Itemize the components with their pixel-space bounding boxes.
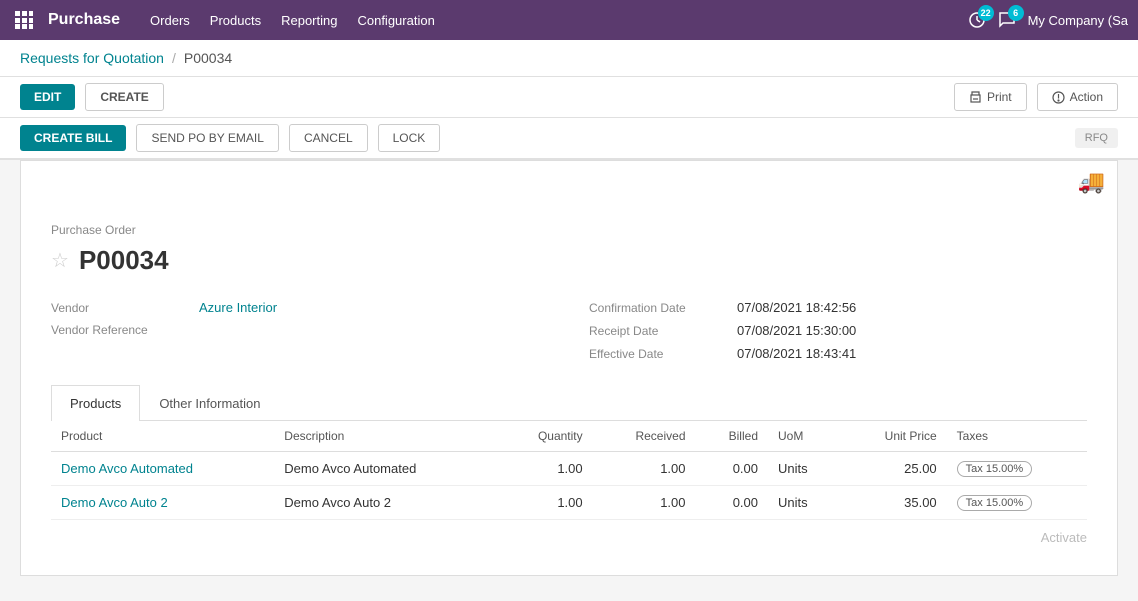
clock-button[interactable]: 22 [968, 11, 986, 29]
tab-products[interactable]: Products [51, 385, 140, 421]
vendor-value[interactable]: Azure Interior [199, 300, 277, 315]
company-name: My Company (Sa [1028, 13, 1128, 28]
nav-configuration[interactable]: Configuration [357, 13, 434, 28]
fields-grid: Vendor Azure Interior Vendor Reference C… [51, 296, 1087, 365]
nav-links: Orders Products Reporting Configuration [150, 13, 968, 28]
product-taxes: Tax 15.00% [947, 452, 1087, 486]
product-description: Demo Avco Automated [274, 452, 497, 486]
col-uom: UoM [768, 421, 841, 452]
product-taxes: Tax 15.00% [947, 486, 1087, 520]
chat-badge: 6 [1008, 5, 1024, 21]
right-fields: Confirmation Date 07/08/2021 18:42:56 Re… [589, 296, 1087, 365]
app-name: Purchase [48, 11, 120, 29]
vendor-ref-label: Vendor Reference [51, 323, 191, 337]
print-button[interactable]: Print [954, 83, 1027, 111]
delivery-truck-icon[interactable]: 🚚 [1078, 169, 1105, 195]
confirmation-date-label: Confirmation Date [589, 301, 729, 315]
effective-date-label: Effective Date [589, 347, 729, 361]
product-unit-price: 35.00 [841, 486, 947, 520]
action-bar: EDIT CREATE Print Action [0, 77, 1138, 118]
breadcrumb: Requests for Quotation / P00034 [0, 40, 1138, 77]
lock-button[interactable]: LOCK [378, 124, 441, 152]
rfq-badge: RFQ [1075, 128, 1118, 148]
products-table: Product Description Quantity Received Bi… [51, 421, 1087, 520]
product-name[interactable]: Demo Avco Automated [51, 452, 274, 486]
nav-products[interactable]: Products [210, 13, 261, 28]
breadcrumb-separator: / [172, 50, 176, 66]
table-header: Product Description Quantity Received Bi… [51, 421, 1087, 452]
secondary-action-bar: CREATE BILL SEND PO BY EMAIL CANCEL LOCK… [0, 118, 1138, 160]
effective-date-row: Effective Date 07/08/2021 18:43:41 [589, 342, 1087, 365]
tab-other-information[interactable]: Other Information [140, 385, 279, 421]
col-quantity: Quantity [498, 421, 593, 452]
main-content: 🚚 Purchase Order ☆ P00034 Vendor Azure I… [0, 160, 1138, 596]
action-button[interactable]: Action [1037, 83, 1118, 111]
send-po-email-button[interactable]: SEND PO BY EMAIL [136, 124, 278, 152]
breadcrumb-current: P00034 [184, 50, 232, 66]
receipt-date-value: 07/08/2021 15:30:00 [737, 323, 856, 338]
vendor-label: Vendor [51, 301, 191, 315]
product-received: 1.00 [593, 486, 696, 520]
delivery-icon-bar: 🚚 [20, 160, 1118, 203]
product-unit-price: 25.00 [841, 452, 947, 486]
product-quantity: 1.00 [498, 452, 593, 486]
create-bill-button[interactable]: CREATE BILL [20, 125, 126, 151]
col-product: Product [51, 421, 274, 452]
favorite-star-icon[interactable]: ☆ [51, 248, 69, 273]
receipt-date-row: Receipt Date 07/08/2021 15:30:00 [589, 319, 1087, 342]
table-row: Demo Avco Auto 2 Demo Avco Auto 2 1.00 1… [51, 486, 1087, 520]
doc-id: P00034 [79, 245, 169, 276]
col-unit-price: Unit Price [841, 421, 947, 452]
receipt-date-label: Receipt Date [589, 324, 729, 338]
product-billed: 0.00 [696, 452, 769, 486]
col-billed: Billed [696, 421, 769, 452]
vendor-ref-row: Vendor Reference [51, 319, 549, 341]
chat-button[interactable]: 6 [998, 11, 1016, 29]
col-received: Received [593, 421, 696, 452]
form-card: Purchase Order ☆ P00034 Vendor Azure Int… [20, 203, 1118, 576]
confirmation-date-row: Confirmation Date 07/08/2021 18:42:56 [589, 296, 1087, 319]
confirmation-date-value: 07/08/2021 18:42:56 [737, 300, 856, 315]
create-button[interactable]: CREATE [85, 83, 163, 111]
product-received: 1.00 [593, 452, 696, 486]
action-label: Action [1070, 90, 1103, 104]
col-description: Description [274, 421, 497, 452]
product-quantity: 1.00 [498, 486, 593, 520]
breadcrumb-parent[interactable]: Requests for Quotation [20, 50, 164, 66]
nav-orders[interactable]: Orders [150, 13, 190, 28]
product-name[interactable]: Demo Avco Auto 2 [51, 486, 274, 520]
product-uom: Units [768, 486, 841, 520]
nav-reporting[interactable]: Reporting [281, 13, 337, 28]
cancel-button[interactable]: CANCEL [289, 124, 368, 152]
grid-icon[interactable] [10, 6, 38, 34]
clock-badge: 22 [978, 5, 994, 21]
col-taxes: Taxes [947, 421, 1087, 452]
edit-button[interactable]: EDIT [20, 84, 75, 110]
tabs-row: Products Other Information [51, 385, 1087, 421]
doc-title-row: ☆ P00034 [51, 245, 1087, 276]
table-body: Demo Avco Automated Demo Avco Automated … [51, 452, 1087, 520]
product-uom: Units [768, 452, 841, 486]
print-label: Print [987, 90, 1012, 104]
vendor-row: Vendor Azure Interior [51, 296, 549, 319]
activate-watermark: Activate [51, 520, 1087, 555]
effective-date-value: 07/08/2021 18:43:41 [737, 346, 856, 361]
doc-type-label: Purchase Order [51, 223, 1087, 237]
table-row: Demo Avco Automated Demo Avco Automated … [51, 452, 1087, 486]
nav-right: 22 6 My Company (Sa [968, 11, 1128, 29]
left-fields: Vendor Azure Interior Vendor Reference [51, 296, 549, 365]
product-billed: 0.00 [696, 486, 769, 520]
top-navigation: Purchase Orders Products Reporting Confi… [0, 0, 1138, 40]
product-description: Demo Avco Auto 2 [274, 486, 497, 520]
